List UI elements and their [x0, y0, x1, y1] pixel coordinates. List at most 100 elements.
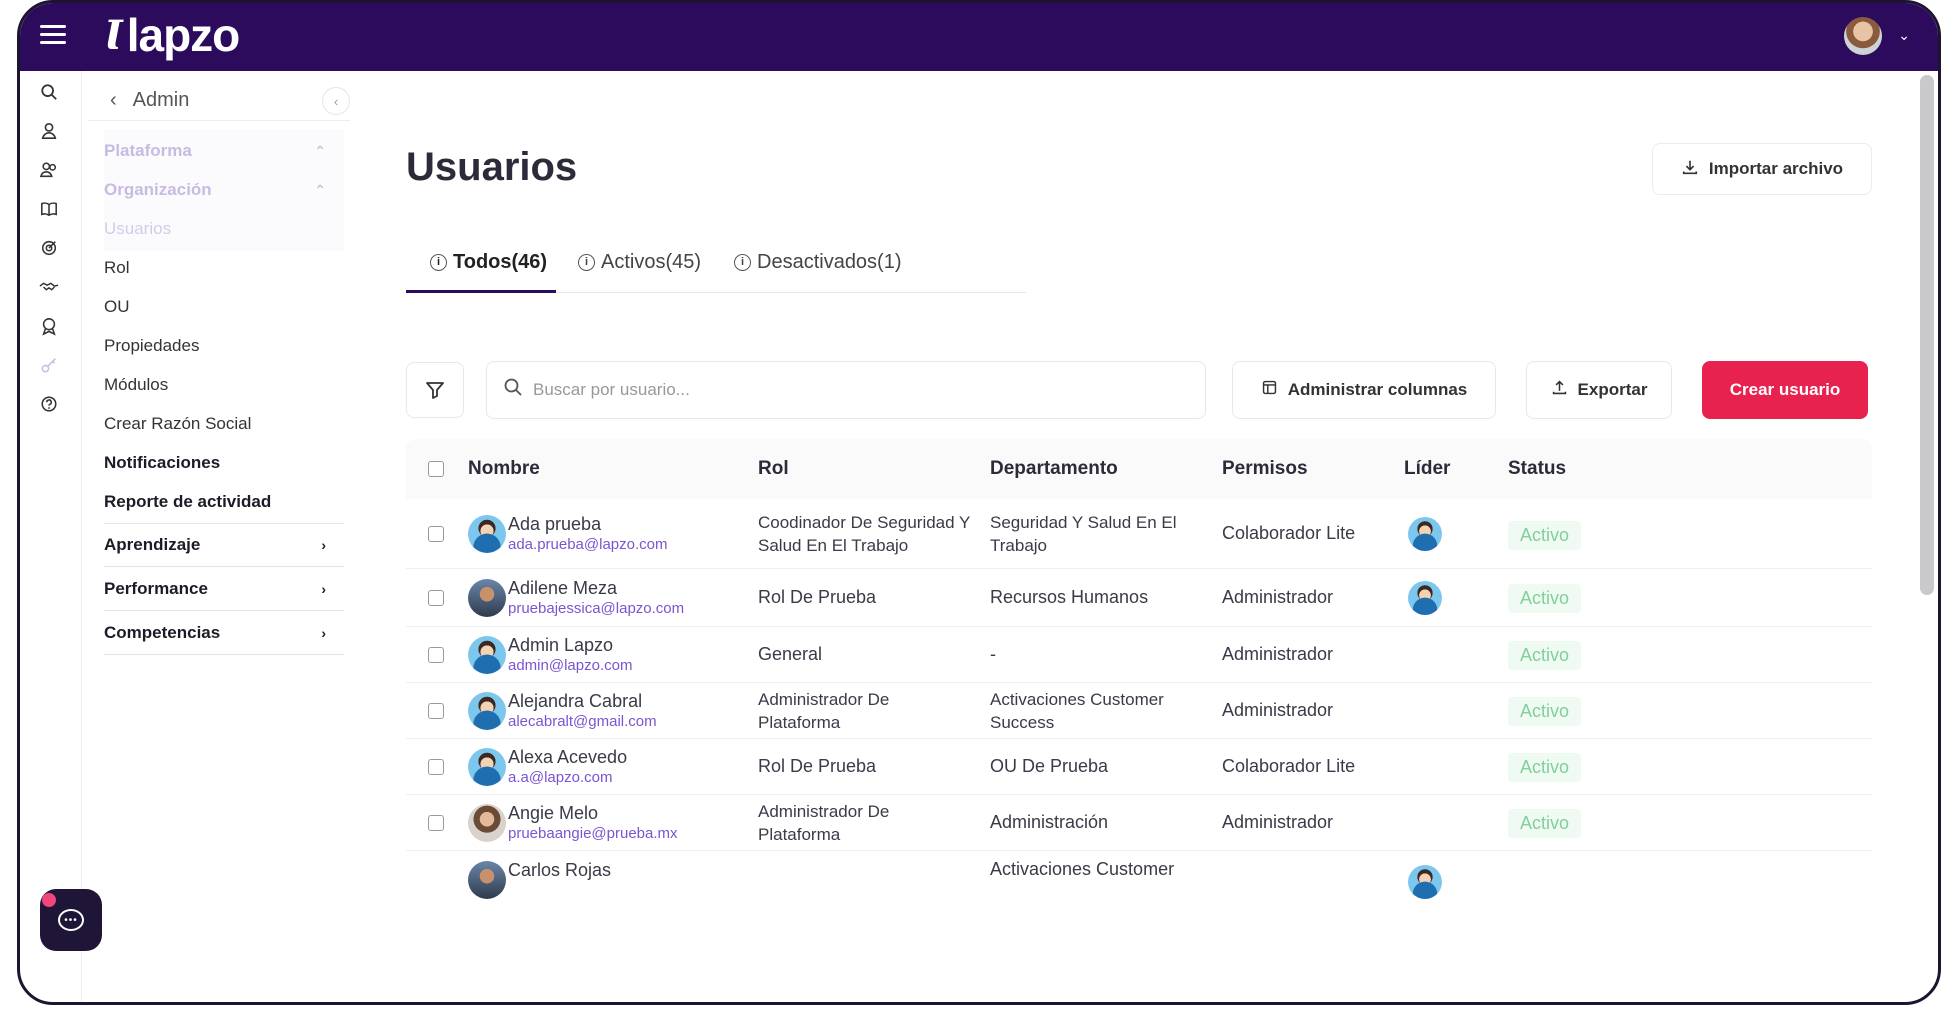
- avatar: [468, 515, 506, 553]
- tab-desactivados[interactable]: i Desactivados(1): [734, 231, 902, 293]
- target-icon[interactable]: [36, 235, 62, 261]
- user-name: Alejandra Cabral: [508, 690, 643, 711]
- sidenav-item-organizacion[interactable]: Organización ⌃: [104, 168, 344, 212]
- sidenav-item-label: Notificaciones: [104, 453, 221, 472]
- sidenav-item-reporte-actividad[interactable]: Reporte de actividad: [104, 480, 344, 524]
- user-rol: General: [758, 644, 823, 664]
- user-name-block: Admin Lapzo admin@lapzo.com: [508, 634, 632, 676]
- row-checkbox[interactable]: [428, 758, 444, 775]
- row-checkbox[interactable]: [428, 702, 444, 719]
- help-icon[interactable]: [36, 391, 62, 417]
- table-row[interactable]: Ada prueba ada.prueba@lapzo.com Coodinad…: [406, 499, 1872, 569]
- sidenav-item-plataforma[interactable]: Plataforma ⌃: [104, 129, 344, 173]
- chevron-right-icon: ›: [321, 624, 326, 641]
- handshake-icon[interactable]: [36, 274, 62, 300]
- user-permisos: Colaborador Lite: [1222, 523, 1356, 543]
- sidenav-item-ou[interactable]: OU: [104, 285, 344, 329]
- search-icon[interactable]: [36, 79, 62, 105]
- user-departamento: -: [990, 644, 996, 664]
- key-icon[interactable]: [36, 352, 62, 378]
- row-checkbox[interactable]: [428, 589, 444, 606]
- row-checkbox[interactable]: [428, 646, 444, 663]
- select-all-checkbox[interactable]: [428, 461, 444, 477]
- user-rol: Rol De Prueba: [758, 756, 877, 776]
- leader-avatar[interactable]: [1408, 517, 1442, 551]
- sidenav-item-propiedades[interactable]: Propiedades: [104, 324, 344, 368]
- table-header: Nombre Rol Departamento Permisos Líder S…: [406, 439, 1872, 499]
- column-header-lider[interactable]: Líder: [1404, 439, 1450, 499]
- users-icon[interactable]: [36, 157, 62, 183]
- status-badge: Activo: [1508, 521, 1582, 550]
- leader-avatar[interactable]: [1408, 581, 1442, 615]
- table-row[interactable]: Alejandra Cabral alecabralt@gmail.com Ad…: [406, 683, 1872, 739]
- user-email[interactable]: pruebaangie@prueba.mx: [508, 824, 678, 844]
- column-header-departamento[interactable]: Departamento: [990, 439, 1118, 499]
- book-icon[interactable]: [36, 196, 62, 222]
- search-input[interactable]: [533, 380, 1173, 400]
- column-header-permisos[interactable]: Permisos: [1222, 439, 1308, 499]
- brand-mark: Ɩ: [104, 11, 123, 59]
- app-window: Ɩ lapzo ⌄ ‹ Admin ‹ Plataforma ⌃ Organiz…: [17, 0, 1941, 1005]
- user-name: Angie Melo: [508, 802, 599, 823]
- info-icon: i: [734, 253, 751, 271]
- user-email[interactable]: alecabralt@gmail.com: [508, 712, 657, 732]
- user-email[interactable]: ada.prueba@lapzo.com: [508, 535, 668, 555]
- sidenav-item-rol[interactable]: Rol: [104, 246, 344, 290]
- sidenav-item-crear-razon-social[interactable]: Crear Razón Social: [104, 402, 344, 446]
- user-email[interactable]: a.a@lapzo.com: [508, 768, 627, 788]
- tab-todos[interactable]: i Todos(46): [430, 231, 547, 293]
- sidenav-item-label: Aprendizaje: [104, 535, 201, 554]
- sidenav-item-notificaciones[interactable]: Notificaciones: [104, 441, 344, 485]
- user-permisos: Colaborador Lite: [1222, 756, 1356, 776]
- chevron-down-icon[interactable]: ⌄: [1898, 27, 1910, 44]
- avatar: [468, 804, 506, 842]
- filter-icon: [426, 382, 444, 399]
- user-name-block: Angie Melo pruebaangie@prueba.mx: [508, 802, 678, 844]
- column-header-nombre[interactable]: Nombre: [468, 439, 540, 499]
- tab-label: Activos(45): [601, 250, 702, 273]
- row-checkbox[interactable]: [428, 525, 444, 542]
- create-user-button[interactable]: Crear usuario: [1702, 361, 1868, 419]
- table-row[interactable]: Adilene Meza pruebajessica@lapzo.com Rol…: [406, 569, 1872, 627]
- user-avatar[interactable]: [1844, 17, 1882, 55]
- brand-logo[interactable]: Ɩ lapzo: [104, 9, 240, 61]
- tab-activos[interactable]: i Activos(45): [578, 231, 701, 293]
- main-content: Usuarios Importar archivo i Todos(46) i …: [350, 71, 1930, 1002]
- sidenav-item-aprendizaje[interactable]: Aprendizaje ›: [104, 523, 344, 567]
- leader-avatar[interactable]: [1408, 865, 1442, 899]
- user-departamento: Recursos Humanos: [990, 587, 1149, 607]
- badge-icon[interactable]: [36, 313, 62, 339]
- sidenav-item-competencias[interactable]: Competencias ›: [104, 611, 344, 655]
- filter-button[interactable]: [406, 362, 464, 418]
- table-row[interactable]: Alexa Acevedo a.a@lapzo.com Rol De Prueb…: [406, 739, 1872, 795]
- column-header-rol[interactable]: Rol: [758, 439, 789, 499]
- sidenav-item-modulos[interactable]: Módulos: [104, 363, 344, 407]
- user-email[interactable]: pruebajessica@lapzo.com: [508, 599, 684, 619]
- row-checkbox[interactable]: [428, 814, 444, 831]
- import-file-button[interactable]: Importar archivo: [1652, 143, 1872, 195]
- user-icon[interactable]: [36, 118, 62, 144]
- chevron-up-icon: ⌃: [314, 142, 326, 159]
- admin-sidenav: ‹ Admin ‹ Plataforma ⌃ Organización ⌃ Us…: [88, 71, 350, 1002]
- sidenav-item-label: Performance: [104, 578, 208, 598]
- sidenav-item-performance[interactable]: Performance ›: [104, 567, 344, 611]
- avatar: [468, 861, 506, 899]
- back-icon[interactable]: ‹: [110, 89, 117, 112]
- sidenav-header: ‹ Admin ‹: [88, 81, 350, 121]
- table-row[interactable]: Angie Melo pruebaangie@prueba.mx Adminis…: [406, 795, 1872, 851]
- collapse-sidenav-button[interactable]: ‹: [322, 87, 350, 115]
- user-permisos: Administrador: [1222, 644, 1334, 664]
- row-select-cell: [428, 795, 444, 850]
- export-button[interactable]: Exportar: [1526, 361, 1672, 419]
- sidenav-item-usuarios[interactable]: Usuarios: [104, 207, 344, 251]
- user-departamento: Seguridad Y Salud En El Trabajo: [990, 512, 1177, 555]
- user-email[interactable]: admin@lapzo.com: [508, 656, 632, 676]
- manage-columns-button[interactable]: Administrar columnas: [1232, 361, 1496, 419]
- table-row[interactable]: Carlos Rojas Activaciones Customer: [406, 851, 1872, 899]
- import-file-label: Importar archivo: [1708, 159, 1844, 178]
- column-header-status[interactable]: Status: [1508, 439, 1566, 499]
- menu-icon[interactable]: [40, 25, 66, 45]
- status-badge: Activo: [1508, 753, 1582, 782]
- page-scrollbar[interactable]: [1920, 75, 1934, 595]
- table-row[interactable]: Admin Lapzo admin@lapzo.com General - Ad…: [406, 627, 1872, 683]
